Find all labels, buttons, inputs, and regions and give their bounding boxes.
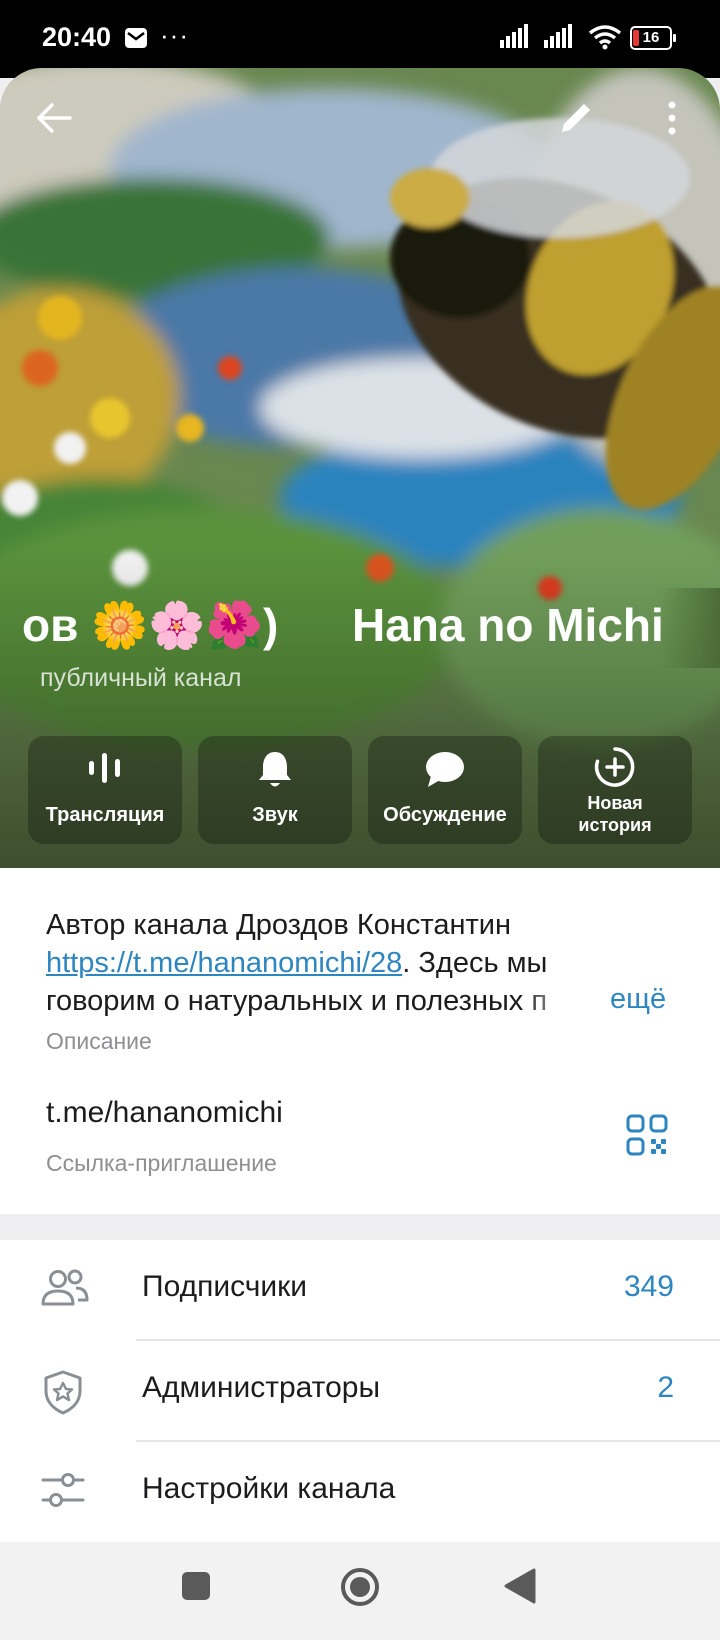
home-circle-icon: [341, 1568, 379, 1606]
back-nav-button[interactable]: [504, 1568, 536, 1609]
admin-shield-icon: [40, 1369, 86, 1420]
triangle-back-icon: [504, 1568, 536, 1604]
channel-settings-label: Настройки канала: [142, 1472, 396, 1505]
subscribers-count: 349: [623, 1270, 674, 1303]
battery-icon: 16: [630, 26, 676, 50]
mail-notification-icon: [124, 26, 148, 55]
title-fade: [660, 588, 720, 668]
pencil-icon: [562, 104, 590, 132]
chat-bubble-icon: [368, 750, 522, 790]
home-button[interactable]: [339, 1566, 381, 1613]
square-icon: [182, 1572, 210, 1600]
subscribers-icon: [40, 1268, 90, 1313]
signal-icon-2: [544, 24, 580, 53]
list-item-channel-settings[interactable]: Настройки канала: [0, 1442, 720, 1542]
status-bar: 20:40 ··· 16: [0, 0, 720, 78]
wifi-icon: [588, 24, 622, 55]
broadcast-button[interactable]: Трансляция: [28, 736, 182, 844]
action-buttons: Трансляция Звук Обсуждение Новая история: [28, 736, 692, 844]
description-link[interactable]: https://t.me/hananomichi/28: [46, 947, 402, 979]
subscribers-label: Подписчики: [142, 1270, 308, 1303]
system-navigation-bar: [0, 1542, 720, 1640]
new-story-button[interactable]: Новая история: [538, 736, 692, 844]
broadcast-label: Трансляция: [45, 804, 165, 826]
channel-header: ов 🌼🌸🌺) Hana no Michi публичный канал Тр…: [0, 68, 720, 868]
channel-management-list: Подписчики 349 Администраторы 2 Настройк…: [0, 1240, 720, 1542]
admins-count: 2: [657, 1371, 674, 1404]
kebab-menu-icon: [668, 101, 676, 135]
description-caption: Описание: [46, 1028, 152, 1054]
qr-code-icon: [626, 1114, 668, 1156]
battery-level: 16: [642, 29, 660, 46]
add-story-icon: [538, 746, 692, 787]
channel-title-part2: Hana no Michi: [352, 599, 664, 651]
discussion-button[interactable]: Обсуждение: [368, 736, 522, 844]
list-item-subscribers[interactable]: Подписчики 349: [0, 1240, 720, 1340]
invite-link[interactable]: t.me/hananomichi: [46, 1096, 283, 1130]
signal-icon: [500, 24, 536, 53]
description-after-link: . Здесь мы: [402, 947, 548, 979]
settings-sliders-icon: [40, 1470, 86, 1515]
back-button[interactable]: [24, 88, 84, 148]
status-time: 20:40: [42, 22, 112, 52]
invite-link-caption: Ссылка-приглашение: [46, 1150, 277, 1176]
channel-subtitle: публичный канал: [40, 664, 242, 692]
discussion-label: Обсуждение: [383, 804, 507, 826]
qr-code-button[interactable]: [626, 1114, 668, 1161]
recent-apps-button[interactable]: [180, 1570, 212, 1607]
channel-info: Автор канала Дроздов Константин https://…: [0, 868, 720, 1214]
bell-icon: [198, 750, 352, 790]
sound-label: Звук: [252, 804, 298, 826]
list-item-admins[interactable]: Администраторы 2: [0, 1341, 720, 1441]
new-story-label: Новая история: [578, 793, 652, 835]
edit-button[interactable]: [546, 88, 606, 148]
description-line1: Автор канала Дроздов Константин: [46, 909, 511, 941]
channel-description: Автор канала Дроздов Константин https://…: [46, 906, 676, 1020]
broadcast-icon: [28, 750, 182, 790]
more-menu-button[interactable]: [642, 88, 702, 148]
channel-title: ов 🌼🌸🌺) Hana no Michi: [0, 588, 720, 668]
sound-button[interactable]: Звук: [198, 736, 352, 844]
channel-title-part1: ов 🌼🌸🌺): [22, 599, 279, 651]
show-more-link[interactable]: ещё: [610, 983, 666, 1016]
description-line3: говорим о натуральных и полезных п: [46, 985, 548, 1017]
admins-label: Администраторы: [142, 1371, 381, 1404]
more-notifications-icon: ···: [160, 20, 189, 50]
back-arrow-icon: [37, 103, 72, 133]
